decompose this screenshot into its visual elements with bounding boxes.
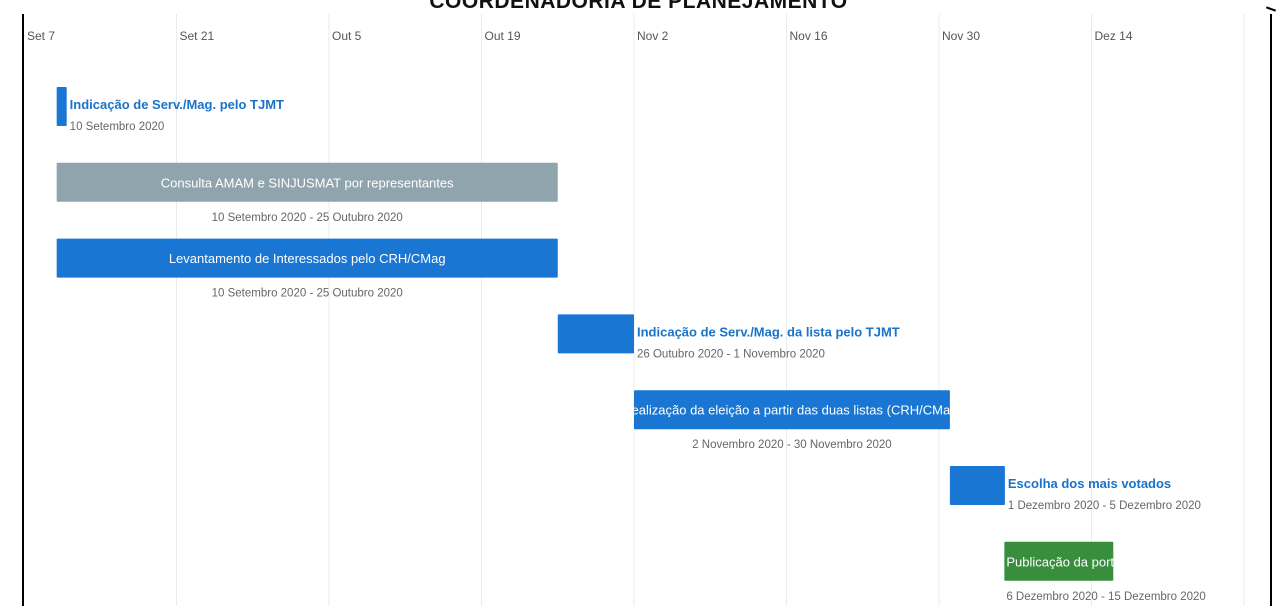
task-label: Escolha dos mais votados bbox=[1008, 476, 1171, 491]
task-bar bbox=[557, 314, 634, 354]
task-date: 26 Outubro 2020 - 1 Novembro 2020 bbox=[637, 348, 825, 360]
task-date: 6 Dezembro 2020 - 15 Dezembro 2020 bbox=[1006, 591, 1205, 603]
x-tick-label: Out 5 bbox=[332, 29, 362, 43]
task-bar-label: Consulta AMAM e SINJUSMAT por representa… bbox=[161, 175, 454, 190]
gantt-chart: Set 7 Set 21 Out 5 Out 19 Nov 2 Nov 16 Nov 30 D… bbox=[27, 14, 1245, 606]
task-bar-label: Realização da eleição a partir das duas … bbox=[622, 403, 962, 418]
x-tick-label: Nov 30 bbox=[942, 29, 980, 43]
task-bar-label: Levantamento de Interessados pelo CRH/CM… bbox=[169, 251, 446, 266]
task-date: 1 Dezembro 2020 - 5 Dezembro 2020 bbox=[1008, 500, 1201, 512]
task-bar bbox=[56, 87, 67, 126]
x-tick-label: Out 19 bbox=[485, 29, 521, 43]
x-tick-label: Nov 2 bbox=[637, 29, 669, 43]
x-tick-label: Set 7 bbox=[27, 29, 55, 43]
task-date: 10 Setembro 2020 - 25 Outubro 2020 bbox=[212, 288, 403, 300]
task-date: 10 Setembro 2020 bbox=[70, 121, 165, 133]
x-tick-label: Nov 16 bbox=[790, 29, 828, 43]
task-date: 2 Novembro 2020 - 30 Novembro 2020 bbox=[692, 439, 891, 451]
task-bar-label: Publicação da portaria bbox=[1006, 554, 1136, 569]
x-tick-label: Set 21 bbox=[180, 29, 215, 43]
task-bar bbox=[949, 466, 1005, 505]
task-date: 10 Setembro 2020 - 25 Outubro 2020 bbox=[212, 212, 403, 224]
task-label: Indicação de Serv./Mag. pelo TJMT bbox=[70, 97, 284, 112]
task-label: Indicação de Serv./Mag. da lista pelo TJ… bbox=[637, 324, 900, 339]
x-tick-label: Dez 14 bbox=[1095, 29, 1133, 43]
